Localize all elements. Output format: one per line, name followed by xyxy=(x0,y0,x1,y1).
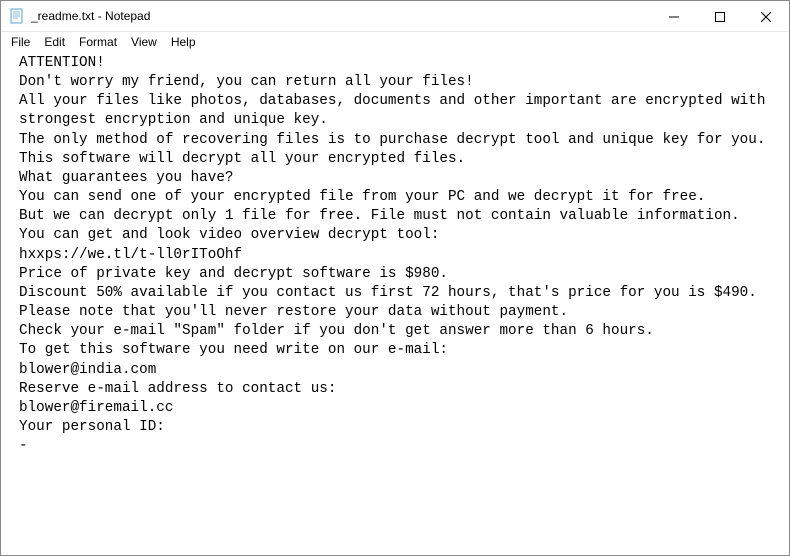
close-icon xyxy=(761,12,771,22)
menu-view[interactable]: View xyxy=(125,34,163,50)
menu-help[interactable]: Help xyxy=(165,34,202,50)
window-controls xyxy=(651,1,789,31)
window-title: _readme.txt - Notepad xyxy=(31,9,150,23)
titlebar-left: _readme.txt - Notepad xyxy=(1,8,150,24)
text-area[interactable]: ATTENTION! Don't worry my friend, you ca… xyxy=(1,52,789,458)
minimize-icon xyxy=(669,12,679,22)
titlebar: _readme.txt - Notepad xyxy=(1,1,789,32)
maximize-button[interactable] xyxy=(697,1,743,32)
menubar: File Edit Format View Help xyxy=(1,32,789,52)
document-text[interactable]: ATTENTION! Don't worry my friend, you ca… xyxy=(15,52,779,458)
close-button[interactable] xyxy=(743,1,789,32)
minimize-button[interactable] xyxy=(651,1,697,32)
maximize-icon xyxy=(715,12,725,22)
notepad-icon xyxy=(9,8,25,24)
menu-format[interactable]: Format xyxy=(73,34,123,50)
menu-file[interactable]: File xyxy=(5,34,36,50)
menu-edit[interactable]: Edit xyxy=(38,34,71,50)
